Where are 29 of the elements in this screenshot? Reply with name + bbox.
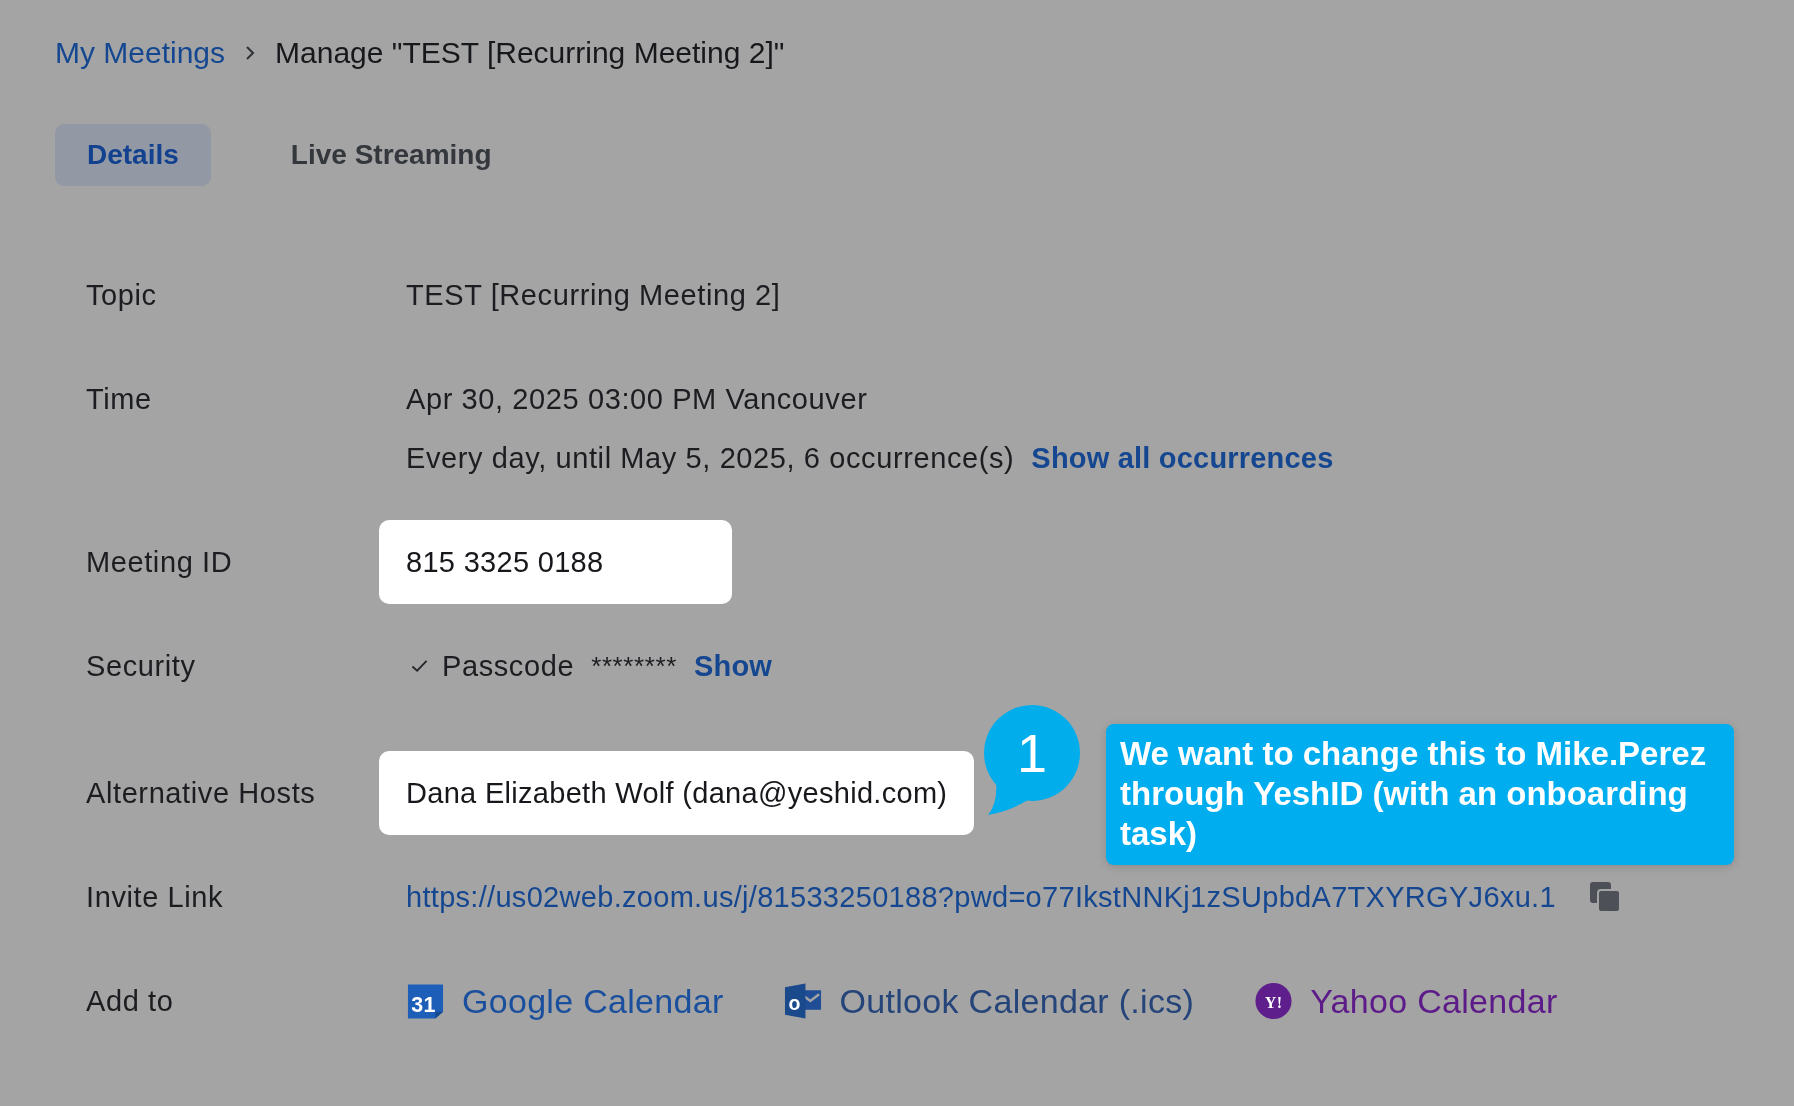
- calendar-link[interactable]: Y! Yahoo Calendar: [1254, 979, 1558, 1023]
- show-link[interactable]: Show: [693, 644, 773, 688]
- breadcrumb-link[interactable]: My Meetings: [55, 36, 226, 70]
- recurrence-text: Every day, until May 5, 2025, 6 occurrence(s): [406, 441, 1015, 476]
- field-label: Meeting ID: [86, 545, 234, 580]
- field-label: Alternative Hosts: [86, 776, 317, 811]
- field-label: Security: [86, 649, 197, 684]
- field-value: Apr 30, 2025 03:00 PM Vancouver: [406, 382, 868, 417]
- field-label: Invite Link: [86, 880, 225, 915]
- tab[interactable]: Details: [55, 124, 211, 186]
- highlighted-value: Dana Elizabeth Wolf (dana@yeshid.com): [379, 751, 975, 835]
- page-title: Manage "TEST [Recurring Meeting 2]": [275, 36, 785, 70]
- chevron-right-icon: [245, 45, 256, 61]
- field-label: Add to: [86, 984, 175, 1019]
- tab[interactable]: Live Streaming: [258, 124, 524, 186]
- invite-link[interactable]: https://us02web.zoom.us/j/81533250188?pwd=o77IkstNNKj1zSUpbdA7TXYRGYJ6xu.1: [406, 875, 1556, 919]
- calendar-link[interactable]: o Outlook Calendar (.ics): [783, 979, 1195, 1023]
- annotation-callout: We want to change this to Mike.Perez through YeshID (with an onboarding task): [1106, 724, 1734, 865]
- highlighted-value: 815 3325 0188: [379, 520, 732, 604]
- field-label: Topic: [86, 278, 158, 313]
- field-label: Time: [86, 382, 153, 417]
- copy-icon[interactable]: [1588, 881, 1621, 913]
- masked-passcode: ********: [591, 650, 677, 683]
- calendar-link[interactable]: 31 Google Calendar: [406, 979, 724, 1023]
- calendar-icon: 31: [406, 982, 445, 1020]
- circle-y-icon: Y!: [1254, 982, 1294, 1020]
- show-occurrences-link[interactable]: Show all occurrences: [1031, 436, 1334, 480]
- passcode-label: Passcode: [442, 649, 575, 684]
- field-value: TEST [Recurring Meeting 2]: [406, 278, 781, 313]
